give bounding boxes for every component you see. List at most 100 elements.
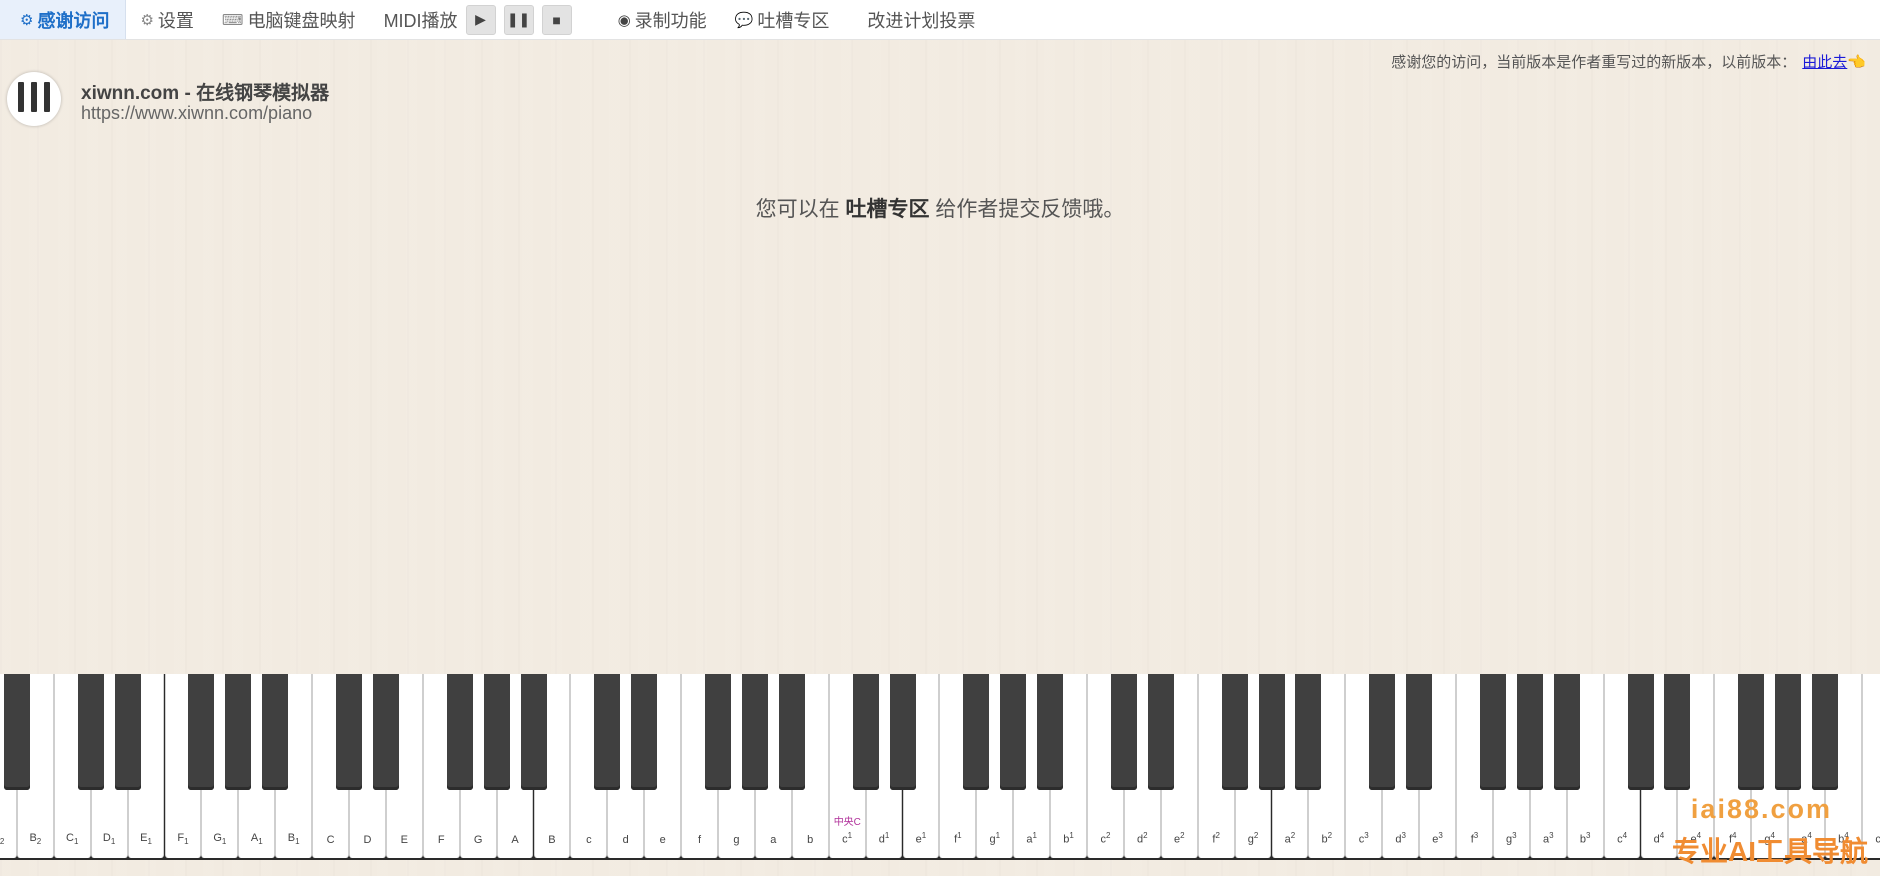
key-label: B2 xyxy=(29,831,42,846)
black-key[interactable] xyxy=(1000,674,1027,790)
key-label: a1 xyxy=(1026,831,1037,846)
site-title: xiwnn.com - 在线钢琴模拟器 xyxy=(81,83,330,104)
menu-feedback-label: 吐槽专区 xyxy=(757,10,830,31)
feedback-message-prefix: 您可以在 xyxy=(755,198,840,221)
black-key[interactable] xyxy=(446,674,473,790)
black-key[interactable] xyxy=(705,674,731,790)
key-label: b xyxy=(807,834,814,846)
black-key[interactable] xyxy=(1037,674,1064,790)
menu-record[interactable]: ◉ 录制功能 xyxy=(604,0,721,39)
black-key[interactable] xyxy=(1406,674,1433,790)
black-key[interactable] xyxy=(1553,674,1580,790)
menu-vote[interactable]: 改进计划投票 xyxy=(853,0,989,39)
black-key[interactable] xyxy=(1664,674,1691,790)
gear-icon: ⚙ xyxy=(20,11,34,29)
feedback-message-emphasis[interactable]: 吐槽专区 xyxy=(846,198,930,221)
key-label: a3 xyxy=(1542,831,1554,846)
logo-bar xyxy=(18,82,24,112)
key-label: e3 xyxy=(1432,831,1443,846)
key-label: b1 xyxy=(1063,831,1074,846)
black-key[interactable] xyxy=(1295,674,1322,790)
black-key[interactable] xyxy=(889,674,916,790)
black-key[interactable] xyxy=(336,674,362,790)
black-key[interactable] xyxy=(1738,674,1765,790)
record-icon: ◉ xyxy=(617,11,631,29)
menu-midi-label: MIDI播放 xyxy=(383,10,458,31)
black-key[interactable] xyxy=(1479,674,1506,790)
black-key[interactable] xyxy=(520,674,547,790)
key-label: F1 xyxy=(177,831,189,846)
key-label: f xyxy=(698,834,702,846)
stop-button[interactable]: ■ xyxy=(541,4,572,35)
feedback-message: 您可以在 吐槽专区 给作者提交反馈哦。 xyxy=(0,193,1880,223)
key-label: d1 xyxy=(878,831,890,846)
menu-settings-label: 设置 xyxy=(157,10,194,31)
watermark-domain: iai88.com xyxy=(1690,794,1832,824)
black-key[interactable] xyxy=(1627,674,1654,790)
menu-thanks[interactable]: ⚙ 感谢访问 xyxy=(0,0,127,39)
black-key[interactable] xyxy=(963,674,990,790)
black-key[interactable] xyxy=(1221,674,1248,790)
black-key[interactable] xyxy=(1110,674,1137,790)
gear-icon: ⚙ xyxy=(140,11,154,29)
black-key[interactable] xyxy=(77,674,104,790)
site-logo[interactable] xyxy=(7,72,61,126)
top-menu-bar: ⚙ 感谢访问 ⚙ 设置 ⌨ 电脑键盘映射 MIDI播放 ▶ ❚❚ ■ ◉ 录制功… xyxy=(0,0,1880,40)
key-label: B xyxy=(548,834,556,846)
menu-vote-label: 改进计划投票 xyxy=(867,10,976,31)
pause-icon: ❚❚ xyxy=(506,11,531,27)
black-key[interactable] xyxy=(1812,674,1838,790)
logo-bar xyxy=(44,82,50,112)
black-key[interactable] xyxy=(1516,674,1543,790)
key-label: g2 xyxy=(1247,831,1259,846)
black-key[interactable] xyxy=(631,674,658,790)
menu-keyboard-mapping-label: 电脑键盘映射 xyxy=(247,10,356,31)
black-key[interactable] xyxy=(1369,674,1396,790)
key-label: f3 xyxy=(1470,831,1479,846)
site-url[interactable]: https://www.xiwnn.com/piano xyxy=(81,103,312,124)
key-label: d xyxy=(622,834,629,846)
black-key[interactable] xyxy=(483,674,510,790)
key-label: g xyxy=(733,834,740,846)
key-label: g3 xyxy=(1506,831,1517,846)
middle-c-label: 中央C xyxy=(833,817,861,828)
key-label: C1 xyxy=(66,831,79,846)
black-key[interactable] xyxy=(852,674,879,790)
version-notice-text: 感谢您的访问，当前版本是作者重写过的新版本，以前版本： xyxy=(1391,54,1797,71)
key-label: f1 xyxy=(954,831,962,846)
key-label: b3 xyxy=(1579,831,1591,846)
black-key[interactable] xyxy=(3,674,30,790)
key-label: g1 xyxy=(989,831,1001,846)
stop-icon: ■ xyxy=(552,11,561,28)
black-key[interactable] xyxy=(372,674,399,790)
black-key[interactable] xyxy=(1147,674,1174,790)
key-label: c2 xyxy=(1100,831,1111,846)
menu-feedback[interactable]: 💬 吐槽专区 xyxy=(721,0,844,39)
black-key[interactable] xyxy=(225,674,252,790)
midi-controls: ▶ ❚❚ ■ xyxy=(465,4,580,35)
key-label: E1 xyxy=(140,831,152,846)
black-key[interactable] xyxy=(114,674,141,790)
menu-keyboard-mapping[interactable]: ⌨ 电脑键盘映射 xyxy=(208,0,370,39)
black-key[interactable] xyxy=(1775,674,1802,790)
menu-thanks-label: 感谢访问 xyxy=(37,10,110,31)
black-key[interactable] xyxy=(262,674,289,790)
key-label: A xyxy=(511,834,519,846)
key-label: G1 xyxy=(213,831,227,846)
black-key[interactable] xyxy=(741,674,768,790)
old-version-link[interactable]: 由此去 xyxy=(1802,54,1847,71)
black-key[interactable] xyxy=(188,674,215,790)
pause-button[interactable]: ❚❚ xyxy=(503,4,534,35)
black-key[interactable] xyxy=(1258,674,1285,790)
black-key[interactable] xyxy=(594,674,621,790)
key-label: F xyxy=(437,834,445,846)
play-button[interactable]: ▶ xyxy=(465,4,496,35)
key-label: D1 xyxy=(102,831,116,846)
key-label: E xyxy=(400,834,408,846)
feedback-message-suffix: 给作者提交反馈哦。 xyxy=(935,198,1125,221)
menu-settings[interactable]: ⚙ 设置 xyxy=(126,0,207,39)
menu-midi[interactable]: MIDI播放 xyxy=(370,0,466,39)
black-key[interactable] xyxy=(778,674,805,790)
watermark-slogan: 专业AI工具导航 xyxy=(1671,836,1868,867)
key-label: e2 xyxy=(1173,831,1185,846)
